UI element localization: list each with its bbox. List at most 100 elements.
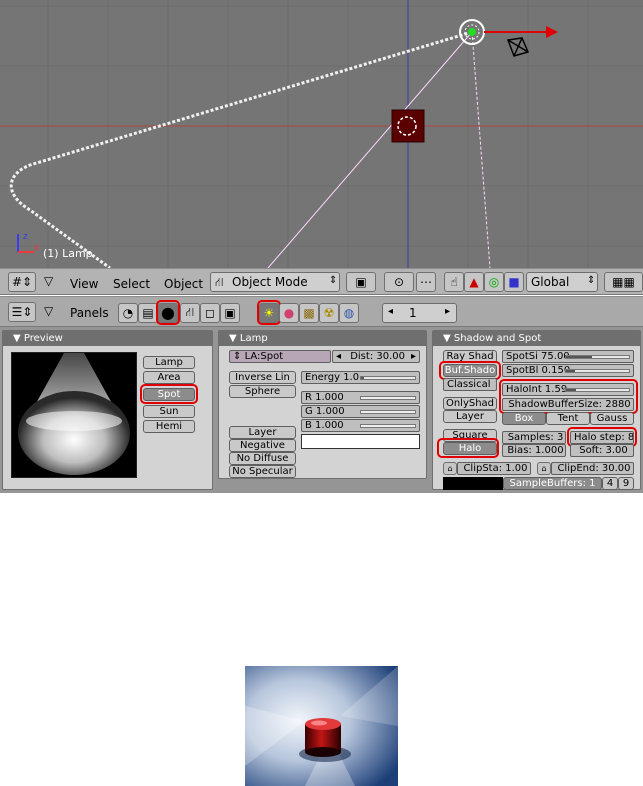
render-result-image xyxy=(245,666,398,786)
spot-cone-line xyxy=(267,31,473,268)
menu-object[interactable]: Object xyxy=(164,277,203,291)
filter-box-button[interactable]: Box xyxy=(502,412,546,425)
g-slider[interactable]: G 1.000 xyxy=(301,405,420,418)
mode-select-value: Object Mode xyxy=(232,275,308,289)
orientation-select[interactable]: Global ⇕ xyxy=(526,272,598,292)
lamp-type-lamp[interactable]: Lamp xyxy=(143,356,195,369)
soft-value: Soft: 3.00 xyxy=(579,445,628,456)
sample-buffers-9-button[interactable]: 9 xyxy=(618,477,634,490)
draw-type-button[interactable]: ▣ xyxy=(346,272,376,292)
shadow-spot-panel: ▼ Shadow and Spot Ray Shad Buf.Shado Cla… xyxy=(432,330,641,490)
mode-select[interactable]: ⛙ Object Mode ⇕ xyxy=(210,272,340,292)
r-value: R 1.000 xyxy=(305,392,344,403)
preview-panel-header[interactable]: ▼ Preview xyxy=(3,331,212,346)
highlight-halo xyxy=(437,438,499,458)
translate-icon[interactable]: ▲ xyxy=(464,272,484,292)
no-specular-button[interactable]: No Specular xyxy=(229,465,296,478)
material-buttons-icon[interactable]: ● xyxy=(279,303,299,323)
g-value: G 1.000 xyxy=(305,406,345,417)
buffer-type-select[interactable]: Classical ⇕ xyxy=(443,378,497,391)
auto-clip-start-icon[interactable]: ⌂ xyxy=(443,462,457,475)
lamp-panel-header[interactable]: ▼ Lamp xyxy=(219,331,426,346)
energy-slider[interactable]: Energy 1.0 xyxy=(301,371,420,384)
sample-buffers-1-button[interactable]: SampleBuffers: 1 xyxy=(503,477,602,490)
increment-arrow-icon[interactable]: ▸ xyxy=(445,306,450,317)
lamp-panel: ▼ Lamp ⇕ LA:Spot ◂ Dist: 30.00 ▸ Inverse … xyxy=(218,330,427,479)
menu-select[interactable]: Select xyxy=(113,277,150,291)
spot-blend-value: SpotBl 0.150 xyxy=(506,365,571,376)
object-context-icon[interactable]: ⛙ xyxy=(180,303,200,323)
energy-slider-track xyxy=(360,376,416,380)
clip-end-field[interactable]: ClipEnd: 30.00 xyxy=(551,462,634,475)
buffer-type-value: Classical xyxy=(447,379,491,390)
editor-type-button[interactable]: #⇕ xyxy=(8,272,36,292)
lamp-preview-image xyxy=(11,352,137,478)
dist-field[interactable]: ◂ Dist: 30.00 ▸ xyxy=(332,350,420,363)
collapse-triangle-icon[interactable]: ▽ xyxy=(44,274,53,288)
spot-size-slider[interactable]: SpotSi 75.00 xyxy=(502,350,634,363)
spot-size-value: SpotSi 75.00 xyxy=(506,351,570,362)
camera-icon[interactable] xyxy=(506,37,530,57)
sample-buffers-bar xyxy=(443,477,503,490)
radiosity-buttons-icon[interactable]: ☢ xyxy=(319,303,339,323)
menu-view[interactable]: View xyxy=(70,277,98,291)
frame-field[interactable]: ◂ 1 ▸ xyxy=(382,303,457,323)
decrement-arrow-icon[interactable]: ◂ xyxy=(388,306,393,317)
bias-field[interactable]: Bias: 1.000 xyxy=(502,444,566,457)
highlight-spot-type xyxy=(140,384,198,404)
editing-context-icon[interactable]: ◻ xyxy=(200,303,220,323)
lamp-type-area[interactable]: Area xyxy=(143,371,195,384)
r-slider[interactable]: R 1.000 xyxy=(301,391,420,404)
samples-field[interactable]: Samples: 3 xyxy=(502,431,566,444)
lamp-color-swatch[interactable] xyxy=(301,434,420,449)
filter-gauss-button[interactable]: Gauss xyxy=(590,412,634,425)
3d-viewport[interactable]: z x (1) Lamp xyxy=(0,0,643,268)
cube-object[interactable] xyxy=(391,109,425,143)
scene-context-icon[interactable]: ▣ xyxy=(220,303,240,323)
inverse-linear-button[interactable]: Inverse Lin xyxy=(229,371,296,384)
lamp-panel-title: Lamp xyxy=(239,333,268,344)
scale-icon[interactable]: ■ xyxy=(504,272,524,292)
buttons-header: ☰⇕ ▽ Panels ◔ ▤ ⬤ ⛙ ◻ ▣ ☀ ● ▩ ☢ ◍ ◂ 1 ▸ xyxy=(0,296,643,327)
spot-blend-track xyxy=(565,369,630,373)
align-icon[interactable]: ⋯ xyxy=(416,272,436,292)
spot-cone-line xyxy=(471,31,491,268)
editor-type-button[interactable]: ☰⇕ xyxy=(8,302,36,322)
select-arrows-icon: ⇕ xyxy=(587,275,596,286)
only-shadow-button[interactable]: OnlyShad xyxy=(443,397,497,410)
lamp-type-hemi[interactable]: Hemi xyxy=(143,420,195,433)
logic-context-icon[interactable]: ◔ xyxy=(118,303,138,323)
script-context-icon[interactable]: ▤ xyxy=(138,303,158,323)
clip-start-field[interactable]: ClipSta: 1.00 xyxy=(457,462,531,475)
hand-icon[interactable]: ☝ xyxy=(444,272,464,292)
collapse-triangle-icon[interactable]: ▽ xyxy=(44,304,53,318)
soft-field[interactable]: Soft: 3.00 xyxy=(570,444,634,457)
clip-start-value: ClipSta: 1.00 xyxy=(463,463,528,474)
sphere-button[interactable]: Sphere xyxy=(229,385,296,398)
clip-end-value: ClipEnd: 30.00 xyxy=(557,463,631,474)
lamp-datablock-field[interactable]: ⇕ LA:Spot xyxy=(229,350,331,363)
layer-button[interactable]: Layer xyxy=(229,426,296,439)
pivot-button[interactable]: ⊙ xyxy=(384,272,414,292)
select-arrows-icon: ⇕ xyxy=(329,275,338,286)
rotate-icon[interactable]: ◎ xyxy=(484,272,504,292)
highlight-halo-intensity xyxy=(499,379,638,414)
shadow-layer-button[interactable]: Layer xyxy=(443,410,497,423)
3d-view-header: #⇕ ▽ View Select Object ⛙ Object Mode ⇕ … xyxy=(0,268,643,295)
auto-clip-end-icon[interactable]: ⌂ xyxy=(537,462,551,475)
preview-panel: ▼ Preview Lamp Area Spot Sun Hemi xyxy=(2,330,213,490)
lamp-type-sun[interactable]: Sun xyxy=(143,405,195,418)
b-slider[interactable]: B 1.000 xyxy=(301,419,420,432)
shadow-spot-panel-header[interactable]: ▼ Shadow and Spot xyxy=(433,331,640,346)
highlight-shading-context xyxy=(156,300,180,325)
sample-buffers-4-button[interactable]: 4 xyxy=(602,477,618,490)
filter-tent-button[interactable]: Tent xyxy=(546,412,590,425)
no-diffuse-button[interactable]: No Diffuse xyxy=(229,452,296,465)
texture-buttons-icon[interactable]: ▩ xyxy=(299,303,319,323)
axis-z-label: z xyxy=(23,232,28,242)
world-buttons-icon[interactable]: ◍ xyxy=(339,303,359,323)
layers-grid-icon[interactable]: ▦▦ xyxy=(604,272,643,292)
bias-value: Bias: 1.000 xyxy=(507,445,564,456)
negative-button[interactable]: Negative xyxy=(229,439,296,452)
spot-blend-slider[interactable]: SpotBl 0.150 xyxy=(502,364,634,377)
